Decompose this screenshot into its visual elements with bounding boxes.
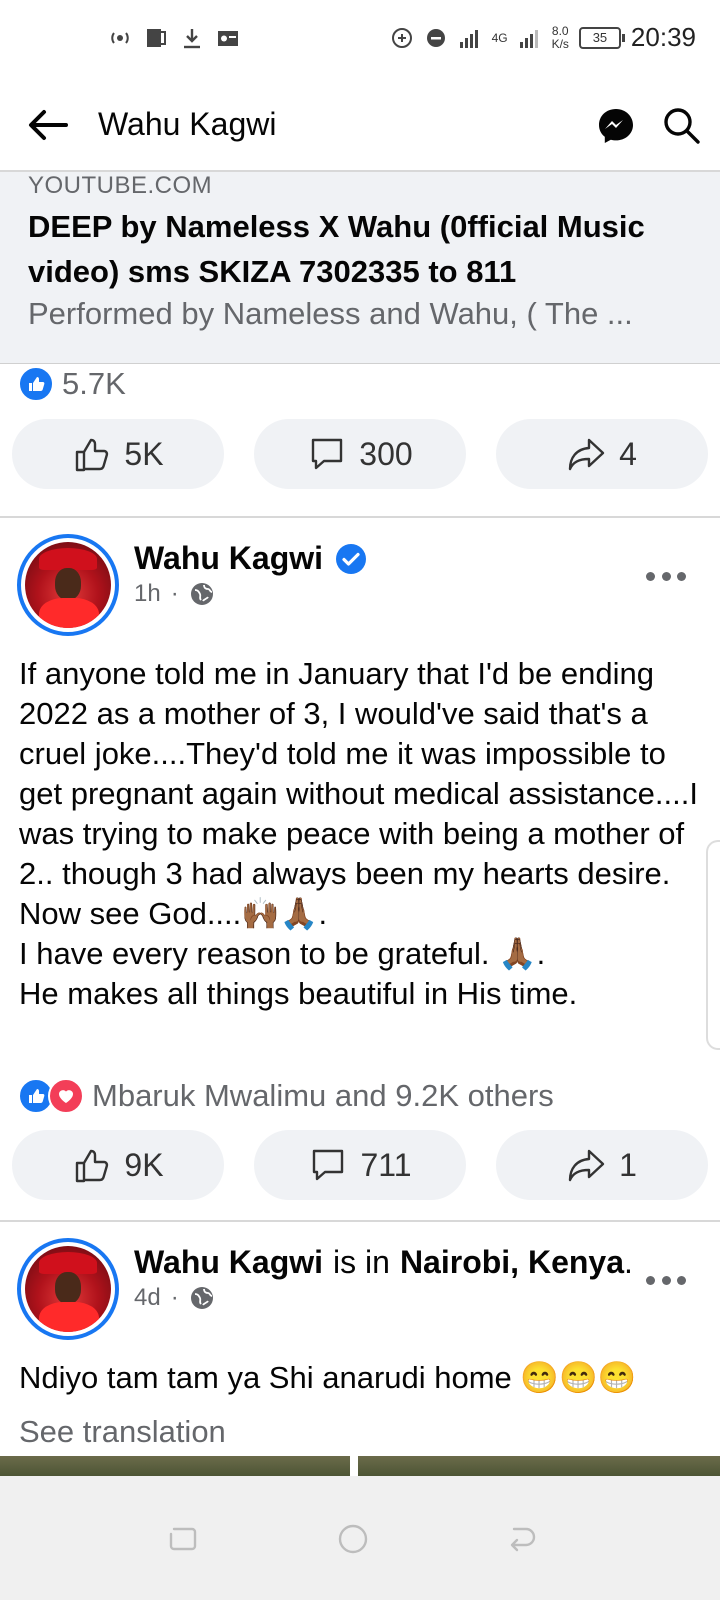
comment-button[interactable]: 711	[254, 1130, 466, 1200]
comment-icon	[313, 1149, 344, 1181]
share-count: 4	[619, 435, 637, 472]
like-count: 9K	[124, 1146, 164, 1183]
post-actions: 9K 711 1	[12, 1130, 708, 1200]
share-count: 1	[619, 1146, 637, 1183]
data-saver-icon	[391, 27, 412, 48]
download-icon	[184, 29, 200, 49]
location-name: Nairobi, Kenya	[399, 1244, 624, 1280]
post-paragraph: He makes all things beautiful in His tim…	[19, 976, 578, 1011]
author-name[interactable]: Wahu Kagwi	[134, 540, 323, 577]
link-domain: YOUTUBE.COM	[28, 172, 213, 199]
post-paragraph: I have every reason to be grateful. 🙏🏾.	[19, 936, 546, 971]
like-button[interactable]: 5K	[12, 419, 224, 489]
like-button[interactable]: 9K	[12, 1130, 224, 1200]
comment-count: 711	[360, 1146, 412, 1183]
status-notification-icons	[108, 26, 240, 50]
like-reaction-icon	[18, 366, 54, 402]
comment-icon	[312, 438, 343, 470]
location-link[interactable]: Nairobi, Kenya.	[400, 1244, 633, 1281]
thumbs-up-icon	[76, 1149, 109, 1183]
share-icon	[568, 1149, 605, 1182]
avatar-photo	[25, 1246, 111, 1332]
network-type: 4G	[491, 30, 508, 45]
reaction-count: 5.7K	[62, 366, 126, 401]
document-app-icon	[147, 29, 166, 47]
search-icon[interactable]	[660, 104, 702, 146]
reaction-summary[interactable]: Mbaruk Mwalimu and 9.2K others	[18, 1078, 554, 1114]
author-name[interactable]: Wahu Kagwi	[134, 1244, 323, 1281]
post-author: Wahu Kagwi is in Nairobi, Kenya.	[134, 1244, 633, 1281]
is-in-text: is in	[333, 1244, 390, 1280]
battery-icon: 35	[578, 26, 625, 49]
post-divider	[0, 516, 720, 518]
share-button[interactable]: 1	[496, 1130, 708, 1200]
messenger-icon[interactable]	[596, 106, 636, 146]
status-bar: 4G 8.0 K/s 35 20:39	[0, 0, 720, 80]
meta-separator: ·	[170, 580, 179, 607]
system-nav-bar	[0, 1476, 720, 1600]
page-title: Wahu Kagwi	[98, 106, 277, 142]
outlook-icon	[218, 31, 238, 46]
globe-icon	[190, 1287, 213, 1309]
clock: 20:39	[630, 22, 696, 52]
post-body: Ndiyo tam tam ya Shi anarudi home 😁😁😁	[19, 1360, 637, 1395]
home-icon[interactable]	[336, 1522, 370, 1556]
link-title: DEEP by Nameless X Wahu (0fficial Music …	[28, 209, 645, 289]
post-body: If anyone told me in January that I'd be…	[19, 654, 699, 1014]
status-system-icons: 4G 8.0 K/s 35 20:39	[390, 22, 696, 53]
comment-count: 300	[359, 435, 413, 472]
app-bar: Wahu Kagwi	[0, 80, 720, 172]
post-time[interactable]: 4d	[134, 1284, 161, 1312]
see-translation-link[interactable]: See translation	[19, 1414, 226, 1450]
post-paragraph: If anyone told me in January that I'd be…	[19, 656, 698, 931]
post-meta: 4d ·	[134, 1284, 215, 1312]
link-preview-card[interactable]: YOUTUBE.COM DEEP by Nameless X Wahu (0ff…	[0, 172, 720, 364]
post-actions: 5K 300 4	[12, 419, 708, 489]
comment-button[interactable]: 300	[254, 419, 466, 489]
do-not-disturb-icon	[426, 28, 445, 47]
recent-apps-icon[interactable]	[166, 1522, 200, 1556]
share-icon	[568, 438, 605, 471]
thumbs-up-icon	[76, 438, 109, 472]
signal-icon	[459, 29, 478, 48]
share-button[interactable]: 4	[496, 419, 708, 489]
avatar-photo	[25, 542, 111, 628]
globe-icon	[190, 583, 213, 605]
back-arrow-icon[interactable]	[24, 100, 74, 150]
speed-value: 8.0	[551, 23, 569, 38]
reaction-summary[interactable]: 5.7K	[18, 366, 126, 402]
like-count: 5K	[124, 435, 164, 472]
more-options-button[interactable]	[646, 1272, 686, 1288]
post-meta: 1h ·	[134, 580, 215, 608]
love-reaction-icon	[48, 1078, 84, 1114]
hotspot-icon	[111, 32, 129, 44]
back-nav-icon[interactable]	[504, 1522, 538, 1556]
signal-2-icon	[519, 29, 538, 48]
post-time[interactable]: 1h	[134, 580, 161, 608]
avatar[interactable]	[17, 1238, 119, 1340]
network-speed: 8.0 K/s	[551, 23, 569, 51]
meta-separator: ·	[170, 1284, 179, 1311]
link-description: Performed by Nameless and Wahu, ( The ..…	[28, 296, 633, 331]
reactions-text: Mbaruk Mwalimu and 9.2K others	[92, 1078, 554, 1113]
avatar[interactable]	[17, 534, 119, 636]
speed-unit: K/s	[551, 36, 569, 51]
more-options-button[interactable]	[646, 568, 686, 584]
scroll-handle[interactable]	[706, 840, 720, 1050]
post-divider	[0, 1220, 720, 1222]
verified-badge-icon	[336, 543, 367, 574]
post-author[interactable]: Wahu Kagwi	[134, 540, 367, 577]
